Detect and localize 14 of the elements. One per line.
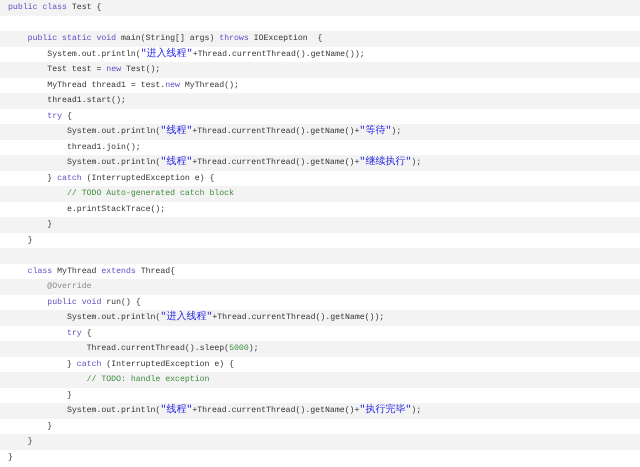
code-line: MyThread thread1 = test.new MyThread();: [46, 80, 240, 92]
code-line: try {: [46, 110, 73, 122]
code-line: } catch (InterruptedException e) {: [46, 172, 216, 184]
code-line: }: [66, 390, 73, 402]
code-line: public void run() {: [46, 296, 142, 308]
code-line: }: [26, 234, 34, 246]
code-line: class MyThread extends Thread{: [26, 266, 176, 278]
code-line: try {: [66, 328, 93, 340]
code-line: System.out.println("进入线程"+Thread.currentThread().getName());: [46, 46, 366, 62]
code-line: e.printStackTrace();: [66, 204, 166, 216]
code-line: }: [7, 452, 14, 464]
code-line: } catch (InterruptedException e) {: [66, 358, 236, 370]
code-line: thread1.join();: [66, 142, 142, 154]
code-line: }: [46, 420, 54, 432]
